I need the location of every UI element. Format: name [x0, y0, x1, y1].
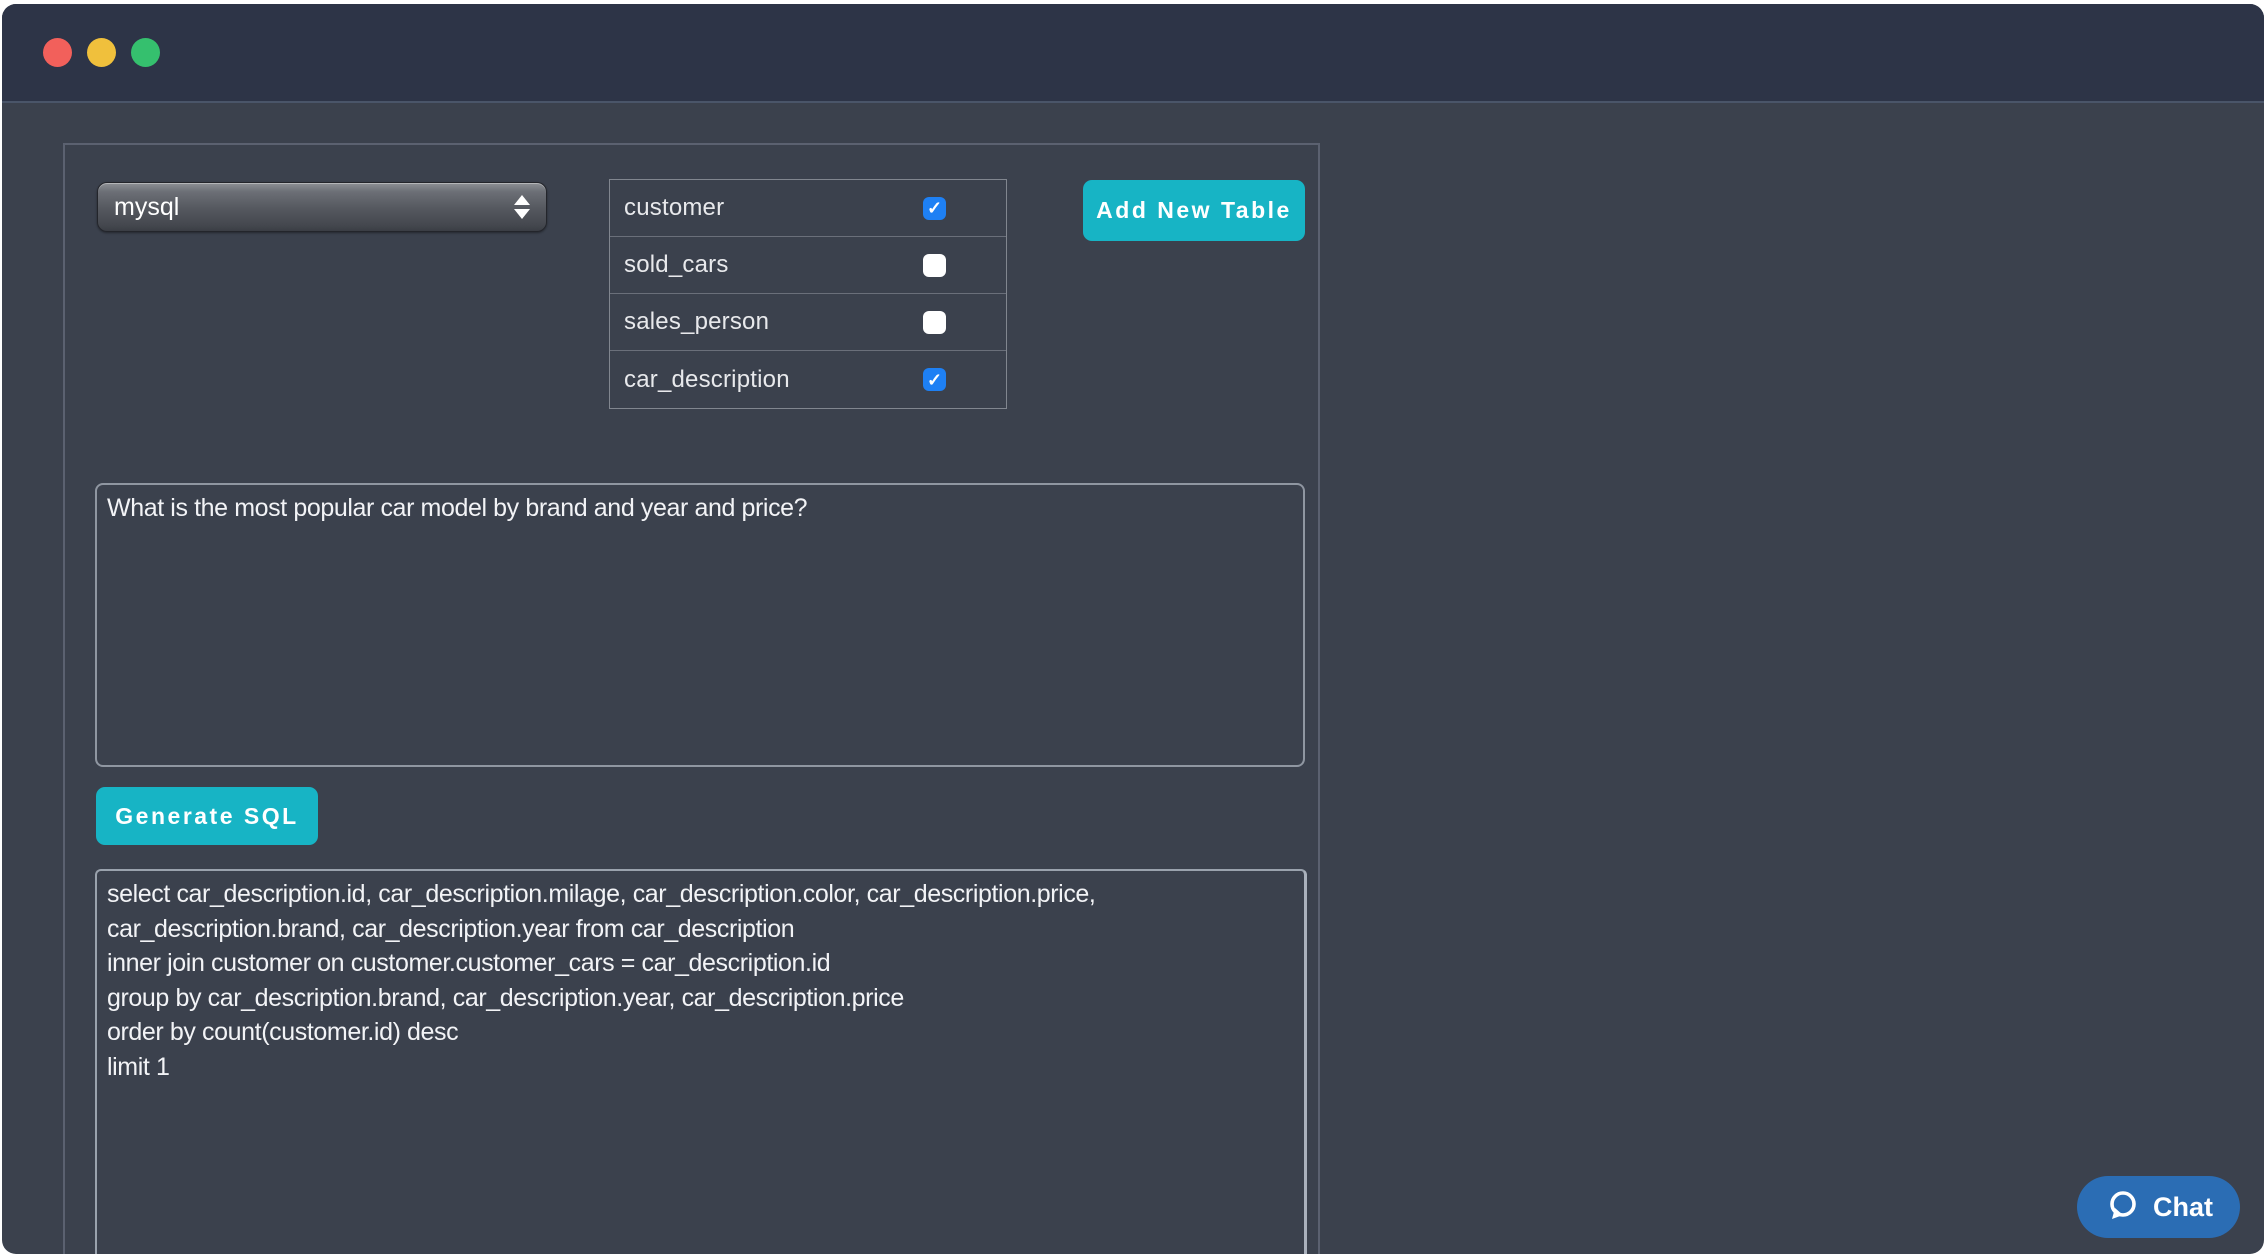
table-list: customer✓sold_cars✓sales_person✓car_desc…: [609, 179, 1007, 409]
titlebar: [2, 4, 2264, 103]
speech-bubble-icon: [2104, 1189, 2140, 1225]
app-window: mysql customer✓sold_cars✓sales_person✓ca…: [2, 4, 2264, 1254]
table-row-sales_person: sales_person ✓: [610, 294, 1006, 351]
table-row-customer: customer ✓: [610, 180, 1006, 237]
checkmark-icon: ✓: [927, 371, 942, 389]
table-row-sold_cars: sold_cars ✓: [610, 237, 1006, 294]
table-name-label: customer: [624, 194, 724, 222]
table-name-label: sold_cars: [624, 251, 729, 279]
table-checkbox-sales_person[interactable]: ✓: [923, 311, 946, 334]
add-new-table-button[interactable]: Add New Table: [1083, 180, 1305, 241]
table-checkbox-customer[interactable]: ✓: [923, 197, 946, 220]
generate-sql-button[interactable]: Generate SQL: [96, 787, 318, 845]
database-select-value: mysql: [114, 193, 179, 222]
table-row-car_description: car_description ✓: [610, 351, 1006, 408]
database-select[interactable]: mysql: [97, 182, 547, 232]
chat-button[interactable]: Chat: [2077, 1176, 2240, 1238]
query-panel: mysql customer✓sold_cars✓sales_person✓ca…: [63, 143, 1320, 1254]
sql-output[interactable]: select car_description.id, car_descripti…: [95, 869, 1307, 1254]
checkmark-icon: ✓: [927, 199, 942, 217]
table-checkbox-car_description[interactable]: ✓: [923, 368, 946, 391]
table-name-label: sales_person: [624, 308, 769, 336]
select-arrows-icon: [514, 195, 530, 219]
table-checkbox-sold_cars[interactable]: ✓: [923, 254, 946, 277]
question-input[interactable]: What is the most popular car model by br…: [95, 483, 1305, 767]
minimize-button[interactable]: [87, 38, 116, 67]
maximize-button[interactable]: [131, 38, 160, 67]
close-button[interactable]: [43, 38, 72, 67]
chat-button-label: Chat: [2153, 1192, 2213, 1223]
table-name-label: car_description: [624, 366, 790, 394]
